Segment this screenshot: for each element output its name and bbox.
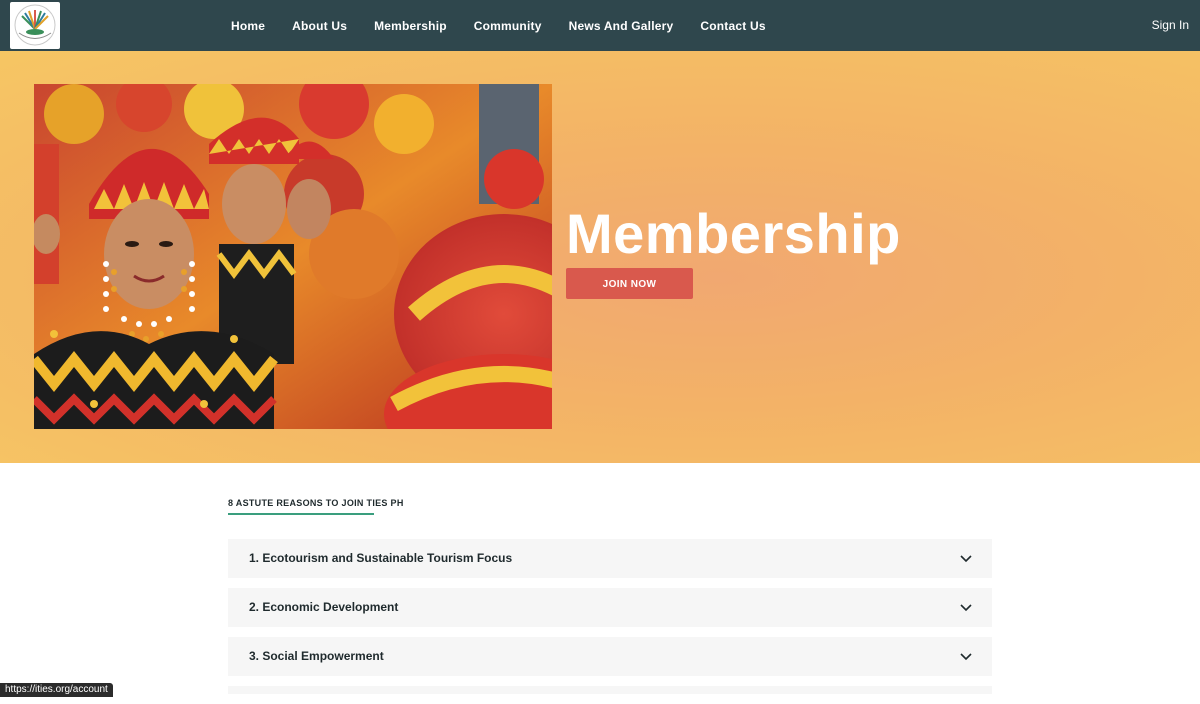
main-nav: Home About Us Membership Community News … xyxy=(231,0,793,51)
accordion-item-label: 2. Economic Development xyxy=(249,600,399,614)
accordion-item[interactable]: 1. Ecotourism and Sustainable Tourism Fo… xyxy=(228,539,992,578)
hero-festival-photo xyxy=(34,84,552,429)
reasons-accordion: 1. Ecotourism and Sustainable Tourism Fo… xyxy=(228,539,992,704)
top-navigation-bar: Home About Us Membership Community News … xyxy=(0,0,1200,51)
heading-underline xyxy=(228,513,374,515)
chevron-down-icon xyxy=(960,555,972,563)
accordion-item-label: 3. Social Empowerment xyxy=(249,649,384,663)
status-bar-url: https://ities.org/account xyxy=(0,683,113,697)
nav-news-and-gallery[interactable]: News And Gallery xyxy=(569,19,674,33)
nav-about-us[interactable]: About Us xyxy=(292,19,347,33)
reasons-heading: 8 ASTUTE REASONS TO JOIN TIES PH xyxy=(228,498,404,508)
accordion-item-label: 1. Ecotourism and Sustainable Tourism Fo… xyxy=(249,551,513,565)
accordion-item[interactable]: 3. Social Empowerment xyxy=(228,637,992,676)
chevron-down-icon xyxy=(960,604,972,612)
hero-title: Membership xyxy=(566,202,901,265)
accordion-item-partial[interactable] xyxy=(228,686,992,694)
hero-section: Membership JOIN NOW xyxy=(0,51,1200,463)
chevron-down-icon xyxy=(960,653,972,661)
accordion-item[interactable]: 2. Economic Development xyxy=(228,588,992,627)
nav-community[interactable]: Community xyxy=(474,19,542,33)
sign-in-link[interactable]: Sign In xyxy=(1152,18,1189,32)
nav-contact-us[interactable]: Contact Us xyxy=(700,19,765,33)
nav-membership[interactable]: Membership xyxy=(374,19,447,33)
logo-icon[interactable] xyxy=(10,2,60,49)
nav-home[interactable]: Home xyxy=(231,19,265,33)
join-now-button[interactable]: JOIN NOW xyxy=(566,268,693,299)
